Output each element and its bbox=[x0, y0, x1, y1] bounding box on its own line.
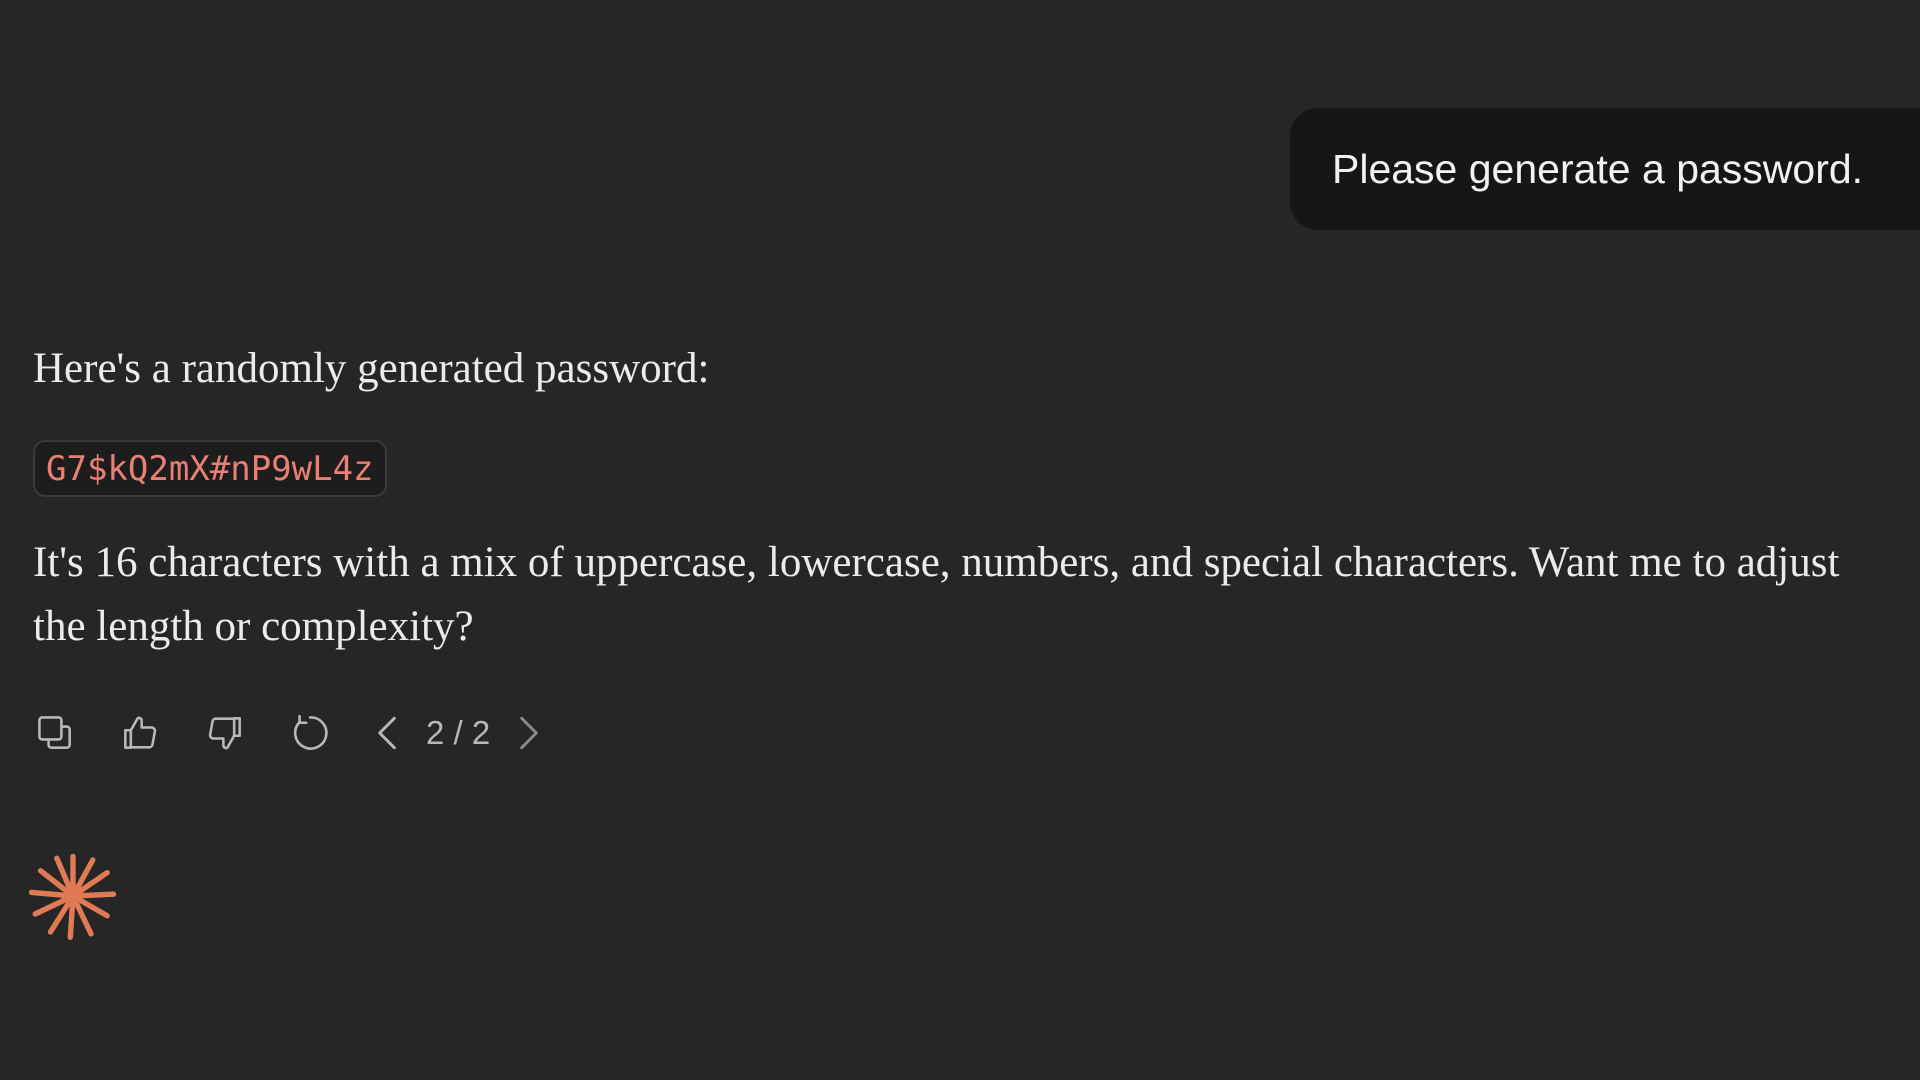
chevron-left-icon bbox=[378, 716, 396, 749]
copy-button[interactable] bbox=[30, 708, 80, 758]
thumbs-up-icon bbox=[124, 716, 157, 749]
copy-icon bbox=[38, 715, 71, 749]
previous-version-button[interactable] bbox=[370, 708, 404, 758]
chevron-right-icon bbox=[520, 716, 539, 749]
thumbs-down-button[interactable] bbox=[200, 708, 250, 758]
generated-password-code: G7$kQ2mX#nP9wL4z bbox=[46, 448, 374, 489]
user-message-text: Please generate a password. bbox=[1332, 145, 1864, 192]
retry-button[interactable] bbox=[285, 708, 335, 758]
user-message-bubble: Please generate a password. bbox=[1290, 108, 1920, 230]
retry-icon bbox=[293, 714, 328, 750]
inline-code-block: G7$kQ2mX#nP9wL4z bbox=[33, 440, 387, 497]
next-version-button[interactable] bbox=[512, 708, 546, 758]
assistant-body-text: It's 16 characters with a mix of upperca… bbox=[33, 539, 1840, 650]
spark-logo-icon bbox=[28, 853, 117, 941]
thumbs-down-icon bbox=[208, 716, 241, 749]
version-counter: 2 / 2 bbox=[426, 713, 491, 751]
assistant-intro-text: Here's a randomly generated password: bbox=[33, 345, 710, 392]
message-actions-bar: 2 / 2 bbox=[30, 705, 546, 760]
thumbs-up-button[interactable] bbox=[115, 708, 165, 758]
